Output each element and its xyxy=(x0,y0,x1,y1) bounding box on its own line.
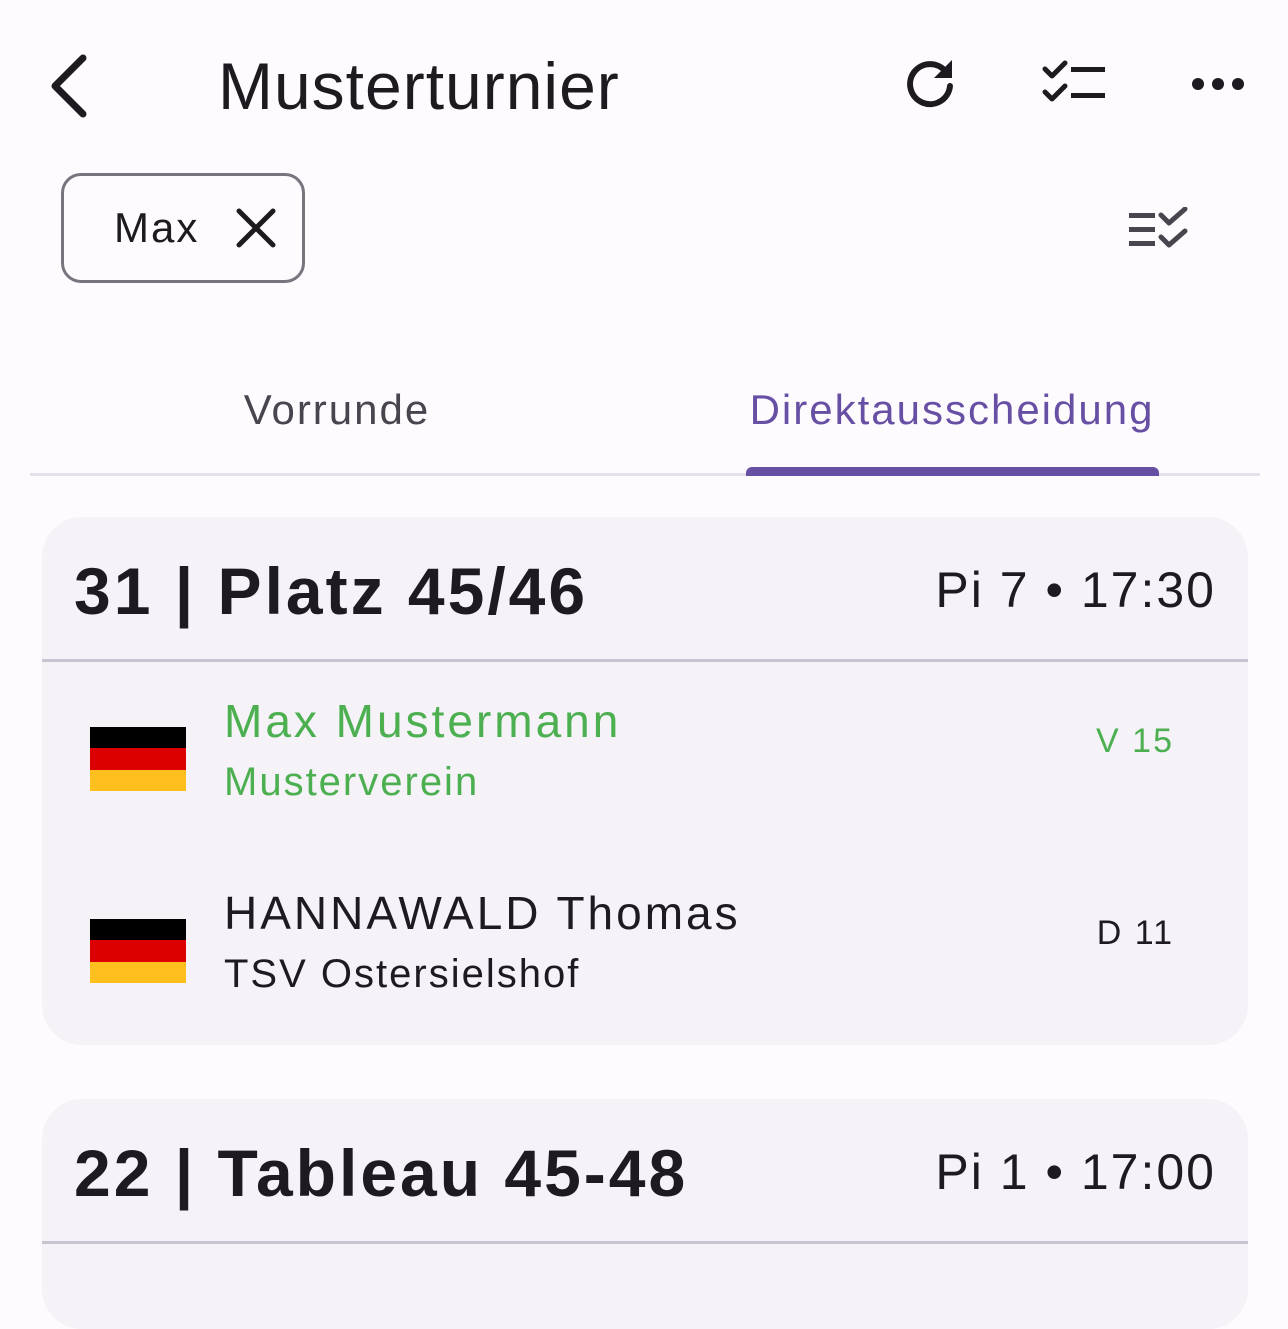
match-piste-time: Pi 1 • 17:00 xyxy=(935,1144,1216,1200)
filter-chip-label: Max xyxy=(114,204,200,251)
match-header: 31 | Platz 45/46 Pi 7 • 17:30 xyxy=(42,517,1248,662)
germany-flag-icon xyxy=(90,727,186,791)
refresh-button[interactable] xyxy=(890,44,970,124)
checklist-button[interactable] xyxy=(1034,44,1114,124)
chevron-left-icon xyxy=(51,54,87,118)
match-piste-time: Pi 7 • 17:30 xyxy=(935,562,1216,618)
more-options-button[interactable] xyxy=(1178,44,1258,124)
fencer-club: TSV Ostersielshof xyxy=(224,952,581,996)
checklist-sort-icon xyxy=(1129,207,1188,248)
match-title: 31 | Platz 45/46 xyxy=(74,554,589,628)
fencer-result: V 15 xyxy=(1096,722,1174,760)
close-icon[interactable] xyxy=(235,207,277,249)
filter-chip[interactable]: Max xyxy=(61,173,305,283)
match-card[interactable]: 22 | Tableau 45-48 Pi 1 • 17:00 xyxy=(42,1099,1248,1329)
fencer-name: HANNAWALD Thomas xyxy=(224,887,741,939)
fencer-name: Max Mustermann xyxy=(224,695,622,747)
match-title: 22 | Tableau 45-48 xyxy=(74,1136,689,1210)
sort-checklist-button[interactable] xyxy=(1118,190,1198,270)
more-horizontal-icon xyxy=(1192,78,1244,90)
fencer-club: Musterverein xyxy=(224,760,480,804)
match-card[interactable]: 31 | Platz 45/46 Pi 7 • 17:30 Max Muster… xyxy=(42,517,1248,1045)
fencer-result: D 11 xyxy=(1096,914,1174,952)
match-header: 22 | Tableau 45-48 Pi 1 • 17:00 xyxy=(42,1099,1248,1244)
tab-vorrunde[interactable]: Vorrunde xyxy=(30,360,644,460)
tab-indicator xyxy=(746,467,1159,476)
page-title: Musterturnier xyxy=(218,49,620,123)
checklist-icon xyxy=(1042,60,1105,102)
fencer-row[interactable]: HANNAWALD Thomas TSV Ostersielshof D 11 xyxy=(42,876,1248,1045)
tab-direktausscheidung[interactable]: Direktausscheidung xyxy=(644,360,1260,460)
back-button[interactable] xyxy=(36,50,102,122)
germany-flag-icon xyxy=(90,919,186,983)
refresh-icon xyxy=(907,60,953,108)
fencer-row[interactable]: Max Mustermann Musterverein V 15 xyxy=(42,684,1248,874)
